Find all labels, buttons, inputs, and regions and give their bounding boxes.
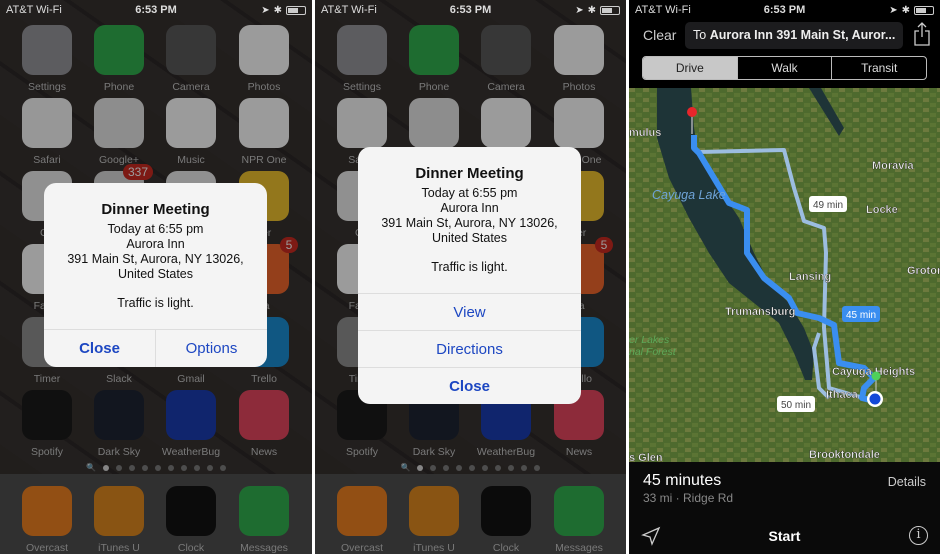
map-label-moravia: Moravia [872, 160, 914, 172]
alert-title: Dinner Meeting [101, 201, 210, 218]
clock: 6:53 PM [135, 4, 177, 16]
map-label-watkins-glen: s Glen [629, 452, 663, 462]
alert-title: Dinner Meeting [415, 165, 524, 182]
status-bar: AT&T Wi-Fi 6:53 PM ➤ ✱ [0, 0, 312, 20]
home-screen-panel-2: SettingsPhoneCameraPhotosSafariGoogle+Mu… [315, 0, 626, 554]
callout-49-text: 49 min [813, 200, 843, 211]
battery-icon [600, 5, 620, 15]
callout-49-min[interactable]: 49 min [809, 196, 847, 212]
close-button[interactable]: Close [44, 330, 155, 367]
view-button[interactable]: View [358, 293, 581, 330]
battery-icon [914, 5, 934, 15]
share-icon[interactable] [914, 22, 930, 46]
destination-text: Aurora Inn 391 Main St, Auror... [709, 28, 896, 42]
callout-50-min[interactable]: 50 min [777, 396, 815, 412]
map-label-romulus: mulus [629, 127, 661, 139]
maps-panel: AT&T Wi-Fi 6:53 PM ➤ ✱ Clear To Aurora Inn … [629, 0, 940, 554]
clear-button[interactable]: Clear [643, 27, 676, 43]
alert-address: 391 Main St, Aurora, NY 13026, [67, 252, 244, 266]
alert-place: Aurora Inn [126, 237, 185, 251]
map-label-brooktondale: Brooktondale [809, 449, 880, 461]
alert-place: Aurora Inn [440, 201, 499, 215]
map-view[interactable]: mulus Moravia Locke Lansing Groton Truma… [629, 88, 940, 462]
mode-walk[interactable]: Walk [736, 57, 832, 79]
callout-45-min[interactable]: 45 min [842, 306, 880, 322]
alert-address: 391 Main St, Aurora, NY 13026, [381, 216, 558, 230]
info-icon[interactable]: i [909, 526, 928, 545]
battery-icon [286, 5, 306, 15]
alert-action-sheet: Dinner Meeting Today at 6:55 pm Aurora I… [358, 147, 581, 404]
map-label-locke: Locke [866, 204, 898, 216]
map-label-lansing: Lansing [789, 271, 831, 283]
callout-45-text: 45 min [846, 310, 876, 321]
destination-field[interactable]: To Aurora Inn 391 Main St, Auror... [685, 22, 903, 49]
alert-traffic: Traffic is light. [117, 296, 194, 310]
map-label-groton: Groton [907, 265, 940, 277]
alert-country: United States [431, 231, 508, 245]
map-label-ithaca: Ithaca [826, 389, 859, 401]
map-label-forest-1: er Lakes [629, 334, 670, 346]
status-bar: AT&T Wi-Fi 6:53 PM ➤ ✱ [629, 0, 940, 20]
options-button[interactable]: Options [155, 330, 267, 367]
home-screen-panel-1: Settings Phone Camera Photos Safari Google+ Mu… [0, 0, 312, 554]
details-button[interactable]: Details [888, 475, 926, 489]
status-bar: AT&T Wi-Fi 6:53 PM ➤ ✱ [315, 0, 626, 20]
alert-dialog: Dinner Meeting Today at 6:55 pm Aurora I… [44, 183, 267, 367]
mode-drive[interactable]: Drive [643, 57, 737, 79]
start-button[interactable]: Start [629, 528, 940, 544]
callout-50-text: 50 min [781, 400, 811, 411]
map-label-forest-2: nal Forest [629, 346, 677, 358]
route-detail: 33 mi · Ridge Rd [643, 491, 734, 505]
alert-country: United States [117, 267, 194, 281]
destination-prefix: To [693, 28, 707, 42]
alert-time: Today at 6:55 pm [107, 222, 204, 236]
route-duration: 45 minutes [643, 472, 722, 489]
route-summary: 45 minutes 33 mi · Ridge Rd Details Star… [629, 462, 940, 554]
directions-button[interactable]: Directions [358, 330, 581, 367]
map-label-cayuga-lake: Cayuga Lake [652, 188, 726, 202]
clock: 6:53 PM [449, 4, 492, 16]
transport-mode-control: Drive Walk Transit [642, 56, 927, 80]
close-button[interactable]: Close [358, 367, 581, 404]
alert-traffic: Traffic is light. [431, 260, 508, 274]
mode-transit[interactable]: Transit [831, 57, 926, 79]
clock: 6:53 PM [763, 4, 806, 16]
alert-time: Today at 6:55 pm [421, 186, 518, 200]
map-label-trumansburg: Trumansburg [725, 306, 795, 318]
